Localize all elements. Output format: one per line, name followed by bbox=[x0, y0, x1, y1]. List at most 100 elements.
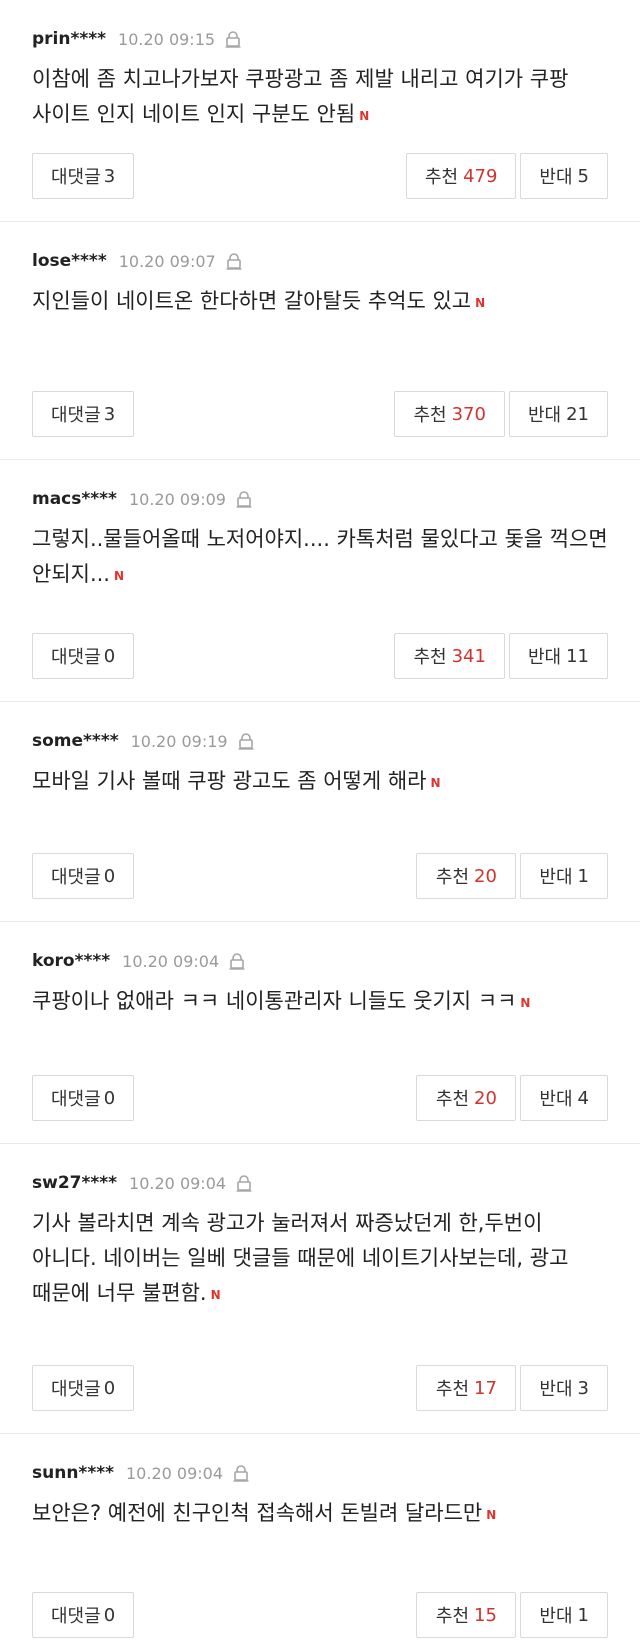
downvote-label: 반대 bbox=[527, 647, 562, 668]
upvote-count: 17 bbox=[474, 1377, 497, 1399]
comment-text: 쿠팡이나 없애라 ㅋㅋ 네이통관리자 니들도 웃기지 ㅋㅋ N bbox=[32, 984, 608, 1021]
comment-actions: 대댓글 3 추천 370 반대 21 bbox=[32, 391, 608, 437]
lock-icon bbox=[226, 252, 242, 270]
reply-label: 대댓글 bbox=[51, 405, 101, 426]
reply-count: 0 bbox=[103, 645, 116, 667]
comment-username[interactable]: lose**** bbox=[32, 251, 107, 271]
comment-body: 이참에 좀 치고나가보자 쿠팡광고 좀 제발 내리고 여기가 쿠팡 사이트 인지… bbox=[32, 67, 569, 126]
new-badge: N bbox=[114, 569, 125, 583]
upvote-count: 479 bbox=[463, 165, 498, 187]
lock-icon bbox=[225, 30, 241, 48]
lock-icon bbox=[236, 490, 252, 508]
comment-actions: 대댓글 0 추천 20 반대 4 bbox=[32, 1075, 608, 1121]
lock-icon bbox=[238, 732, 254, 750]
downvote-button[interactable]: 반대 3 bbox=[520, 1365, 608, 1411]
comment-list: prin**** 10.20 09:15 이참에 좀 치고나가보자 쿠팡광고 좀… bbox=[0, 0, 640, 1642]
reply-button[interactable]: 대댓글 0 bbox=[32, 1592, 135, 1638]
downvote-button[interactable]: 반대 4 bbox=[520, 1075, 608, 1121]
comment-timestamp: 10.20 09:04 bbox=[129, 1173, 227, 1193]
comment-timestamp: 10.20 09:04 bbox=[126, 1463, 223, 1483]
reply-button[interactable]: 대댓글 3 bbox=[32, 391, 135, 437]
upvote-button[interactable]: 추천 20 bbox=[416, 853, 517, 899]
reply-label: 대댓글 bbox=[51, 1606, 101, 1627]
comment-text: 그렇지..물들어올때 노저어야지.... 카톡처럼 물있다고 돛을 꺽으면 안되… bbox=[32, 522, 608, 594]
reply-button[interactable]: 대댓글 0 bbox=[32, 1075, 135, 1121]
comment-body: 보안은? 예전에 친구인척 접속해서 돈빌려 달라드만 bbox=[32, 1501, 483, 1525]
comment-username[interactable]: prin**** bbox=[32, 29, 106, 49]
downvote-count: 21 bbox=[566, 403, 589, 425]
comment-meta: koro**** 10.20 09:04 bbox=[32, 948, 608, 974]
comment-item: some**** 10.20 09:19 모바일 기사 볼때 쿠팡 광고도 좀 … bbox=[0, 702, 640, 922]
vote-buttons: 추천 20 반대 1 bbox=[416, 853, 608, 899]
downvote-button[interactable]: 반대 1 bbox=[520, 1592, 608, 1638]
downvote-label: 반대 bbox=[539, 867, 573, 888]
new-badge: N bbox=[359, 109, 370, 123]
downvote-button[interactable]: 반대 1 bbox=[520, 853, 608, 899]
reply-label: 대댓글 bbox=[51, 647, 101, 668]
reply-count: 0 bbox=[103, 865, 116, 887]
upvote-count: 341 bbox=[451, 645, 486, 667]
comment-timestamp: 10.20 09:15 bbox=[118, 29, 216, 49]
comment-text: 기사 볼라치면 계속 광고가 눌러져서 짜증났던게 한,두번이 아니다. 네이버… bbox=[32, 1206, 608, 1313]
downvote-button[interactable]: 반대 21 bbox=[508, 391, 608, 437]
upvote-label: 추천 bbox=[424, 167, 459, 188]
upvote-button[interactable]: 추천 479 bbox=[405, 153, 517, 199]
upvote-label: 추천 bbox=[413, 405, 447, 426]
lock-icon bbox=[229, 952, 245, 970]
comment-item: prin**** 10.20 09:15 이참에 좀 치고나가보자 쿠팡광고 좀… bbox=[0, 0, 640, 222]
vote-buttons: 추천 341 반대 11 bbox=[394, 633, 608, 679]
vote-buttons: 추천 370 반대 21 bbox=[394, 391, 608, 437]
upvote-count: 20 bbox=[474, 865, 497, 887]
comment-item: koro**** 10.20 09:04 쿠팡이나 없애라 ㅋㅋ 네이통관리자 … bbox=[0, 922, 640, 1144]
upvote-label: 추천 bbox=[435, 1089, 470, 1110]
downvote-label: 반대 bbox=[539, 167, 573, 188]
comment-actions: 대댓글 0 추천 17 반대 3 bbox=[32, 1365, 608, 1411]
reply-count: 0 bbox=[103, 1377, 116, 1399]
comment-actions: 대댓글 0 추천 20 반대 1 bbox=[32, 853, 608, 899]
reply-label: 대댓글 bbox=[51, 167, 101, 188]
lock-icon bbox=[236, 1174, 252, 1192]
vote-buttons: 추천 15 반대 1 bbox=[416, 1592, 608, 1638]
comment-text: 지인들이 네이트온 한다하면 갈아탈듯 추억도 있고 N bbox=[32, 284, 608, 321]
reply-button[interactable]: 대댓글 0 bbox=[32, 633, 135, 679]
comment-timestamp: 10.20 09:04 bbox=[122, 951, 220, 971]
reply-count: 0 bbox=[103, 1087, 116, 1109]
downvote-button[interactable]: 반대 5 bbox=[520, 153, 608, 199]
upvote-count: 20 bbox=[474, 1087, 497, 1109]
new-badge: N bbox=[475, 296, 486, 310]
upvote-button[interactable]: 추천 370 bbox=[394, 391, 505, 437]
upvote-count: 370 bbox=[451, 403, 486, 425]
comment-username[interactable]: sunn**** bbox=[32, 1463, 114, 1483]
comment-body: 모바일 기사 볼때 쿠팡 광고도 좀 어떻게 해라 bbox=[32, 769, 427, 793]
downvote-label: 반대 bbox=[539, 1606, 573, 1627]
reply-button[interactable]: 대댓글 0 bbox=[32, 853, 135, 899]
comment-username[interactable]: macs**** bbox=[32, 489, 117, 509]
reply-button[interactable]: 대댓글 3 bbox=[32, 153, 135, 199]
reply-count: 0 bbox=[103, 1604, 116, 1626]
reply-button[interactable]: 대댓글 0 bbox=[32, 1365, 135, 1411]
comment-body: 지인들이 네이트온 한다하면 갈아탈듯 추억도 있고 bbox=[32, 289, 472, 313]
reply-label: 대댓글 bbox=[51, 1089, 101, 1110]
downvote-count: 5 bbox=[577, 165, 589, 187]
comment-username[interactable]: some**** bbox=[32, 731, 119, 751]
downvote-label: 반대 bbox=[539, 1379, 573, 1400]
comment-username[interactable]: sw27**** bbox=[32, 1173, 117, 1193]
upvote-label: 추천 bbox=[435, 1379, 470, 1400]
comment-username[interactable]: koro**** bbox=[32, 951, 110, 971]
downvote-label: 반대 bbox=[527, 405, 562, 426]
downvote-count: 4 bbox=[577, 1087, 589, 1109]
upvote-count: 15 bbox=[474, 1604, 497, 1626]
comment-timestamp: 10.20 09:07 bbox=[118, 251, 216, 271]
comment-actions: 대댓글 3 추천 479 반대 5 bbox=[32, 153, 608, 199]
downvote-count: 1 bbox=[577, 865, 589, 887]
vote-buttons: 추천 479 반대 5 bbox=[405, 153, 608, 199]
vote-buttons: 추천 20 반대 4 bbox=[416, 1075, 608, 1121]
lock-icon bbox=[233, 1464, 249, 1482]
new-badge: N bbox=[520, 996, 531, 1010]
comment-meta: sunn**** 10.20 09:04 bbox=[32, 1460, 608, 1486]
downvote-button[interactable]: 반대 11 bbox=[508, 633, 608, 679]
upvote-button[interactable]: 추천 341 bbox=[394, 633, 505, 679]
upvote-button[interactable]: 추천 17 bbox=[416, 1365, 517, 1411]
upvote-button[interactable]: 추천 20 bbox=[416, 1075, 517, 1121]
upvote-button[interactable]: 추천 15 bbox=[416, 1592, 517, 1638]
